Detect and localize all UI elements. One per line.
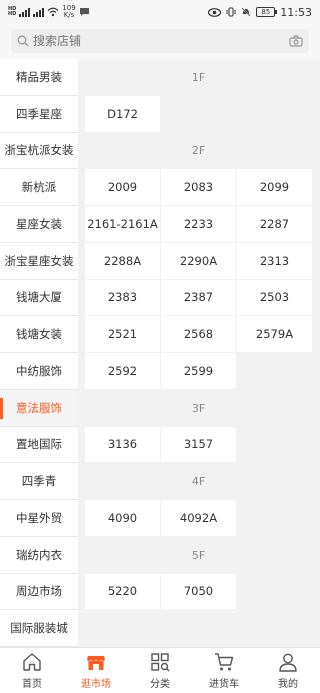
store-cell[interactable]: 2383 bbox=[85, 279, 160, 316]
tab-market-label: 逛市场 bbox=[81, 679, 111, 690]
floor-header: 3F bbox=[191, 401, 206, 415]
store-cell[interactable]: 3157 bbox=[161, 426, 236, 463]
sidebar-item[interactable]: 瑞纺内衣 bbox=[0, 537, 78, 574]
store-cell[interactable]: 7050 bbox=[161, 573, 236, 610]
search-bar bbox=[0, 24, 320, 60]
store-row: 3136 3157 bbox=[85, 426, 320, 464]
store-cell[interactable]: 2233 bbox=[161, 206, 236, 242]
store-cell[interactable]: 2099 bbox=[237, 169, 312, 205]
sidebar-item[interactable]: 精品男装 bbox=[0, 59, 78, 96]
network-speed: 109 K/s bbox=[62, 5, 75, 19]
store-cell[interactable]: 2313 bbox=[237, 242, 312, 279]
sidebar-item[interactable]: 四季星座 bbox=[0, 96, 78, 133]
store-row: D172 bbox=[85, 95, 320, 133]
store-row: 2161-2161A 2233 2287 bbox=[85, 206, 320, 243]
floor-header: 1F bbox=[191, 70, 206, 84]
tab-profile-label: 我的 bbox=[278, 679, 298, 690]
tab-cart[interactable]: 进货车 bbox=[192, 648, 256, 693]
sidebar-item[interactable]: 星座女装 bbox=[0, 206, 78, 243]
store-row: 2592 2599 bbox=[85, 353, 320, 390]
home-icon bbox=[23, 653, 41, 671]
tab-cart-label: 进货车 bbox=[209, 679, 239, 690]
store-cell[interactable]: 2503 bbox=[237, 279, 312, 316]
tab-home-label: 首页 bbox=[22, 679, 42, 690]
store-row: 2383 2387 2503 bbox=[85, 279, 320, 317]
user-icon bbox=[279, 653, 297, 672]
store-cell[interactable]: 4090 bbox=[85, 500, 160, 536]
store-cell[interactable]: D172 bbox=[85, 95, 160, 132]
store-cell[interactable]: 2568 bbox=[161, 316, 236, 352]
status-left: HD HD 109 K/s bbox=[8, 5, 90, 19]
signal-icon-2 bbox=[33, 7, 45, 17]
sidebar-item[interactable]: 周边市场 bbox=[0, 574, 78, 611]
store-cell[interactable]: 2083 bbox=[161, 169, 236, 205]
hd-icon: HD HD bbox=[8, 6, 17, 17]
wifi-icon bbox=[47, 7, 59, 17]
camera-icon[interactable] bbox=[289, 35, 303, 47]
store-cell[interactable]: 2579A bbox=[237, 316, 312, 352]
store-cell[interactable]: 3136 bbox=[85, 426, 160, 463]
sidebar-item[interactable]: 国际服装城 bbox=[0, 610, 78, 647]
sidebar-item[interactable]: 置地国际 bbox=[0, 427, 78, 464]
vibrate-icon bbox=[226, 7, 236, 17]
store-cell[interactable]: 4092A bbox=[161, 500, 236, 536]
store-cell[interactable]: 2161-2161A bbox=[85, 206, 160, 242]
store-grid: 1F D172 2F 2009 2083 2099 2161-2161A 2233 2287 22… bbox=[85, 59, 320, 647]
shop-icon bbox=[87, 656, 105, 670]
market-sidebar: 精品男装 四季星座 浙宝杭派女装 新杭派 星座女装 浙宝星座女装 钱塘大厦 钱塘女装 中纺服饰意… bbox=[0, 59, 78, 647]
store-row: 2521 2568 2579A bbox=[85, 316, 320, 353]
bottom-tab-bar: 首页 逛市场 分类 进货车 我的 bbox=[0, 647, 320, 693]
tab-profile[interactable]: 我的 bbox=[256, 648, 320, 693]
store-row: 2288A 2290A 2313 bbox=[85, 242, 320, 280]
sidebar-item[interactable]: 钱塘大厦 bbox=[0, 280, 78, 317]
clock: 11:53 bbox=[280, 5, 312, 19]
store-row: 4090 4092A bbox=[85, 500, 320, 537]
sidebar-item[interactable]: 浙宝杭派女装 bbox=[0, 133, 78, 170]
store-cell[interactable]: 2290A bbox=[161, 242, 236, 279]
store-row: 5220 7050 bbox=[85, 573, 320, 611]
status-right: 85 11:53 bbox=[208, 6, 312, 19]
search-icon bbox=[17, 35, 29, 47]
store-cell[interactable]: 2009 bbox=[85, 169, 160, 205]
store-cell[interactable]: 2599 bbox=[161, 353, 236, 389]
tab-home[interactable]: 首页 bbox=[0, 648, 64, 693]
search-box[interactable] bbox=[11, 29, 309, 53]
search-input[interactable] bbox=[33, 34, 289, 48]
sidebar-item[interactable]: 钱塘女装 bbox=[0, 316, 78, 353]
sidebar-item[interactable]: 中星外贸 bbox=[0, 500, 78, 537]
network-speed-unit: K/s bbox=[63, 11, 75, 19]
message-icon bbox=[79, 8, 89, 16]
floor-header: 4F bbox=[191, 475, 206, 489]
battery-indicator: 85 bbox=[256, 7, 278, 17]
sidebar-item[interactable]: 中纺服饰 bbox=[0, 353, 78, 390]
sidebar-item[interactable]: 四季青 bbox=[0, 463, 78, 500]
sidebar-item[interactable]: 意法服饰 bbox=[0, 389, 78, 427]
tab-market[interactable]: 逛市场 bbox=[64, 648, 128, 693]
floor-header: 5F bbox=[191, 548, 206, 562]
status-bar: HD HD 109 K/s 85 11:53 bbox=[0, 0, 320, 24]
tab-category-label: 分类 bbox=[150, 679, 170, 690]
store-cell[interactable]: 2287 bbox=[237, 206, 312, 242]
store-cell[interactable]: 2387 bbox=[161, 279, 236, 316]
store-cell[interactable]: 2592 bbox=[85, 353, 160, 389]
cart-icon bbox=[215, 653, 234, 671]
sidebar-item[interactable]: 浙宝星座女装 bbox=[0, 243, 78, 280]
store-cell[interactable]: 5220 bbox=[85, 573, 160, 610]
floor-header: 2F bbox=[191, 144, 206, 158]
store-row: 2009 2083 2099 bbox=[85, 169, 320, 206]
store-cell[interactable]: 2521 bbox=[85, 316, 160, 352]
mute-icon bbox=[241, 7, 251, 17]
category-icon bbox=[151, 653, 170, 672]
signal-icon-1 bbox=[19, 7, 31, 17]
sidebar-item[interactable]: 新杭派 bbox=[0, 169, 78, 206]
tab-category[interactable]: 分类 bbox=[128, 648, 192, 693]
eye-icon bbox=[208, 7, 222, 17]
store-cell[interactable]: 2288A bbox=[85, 242, 160, 279]
